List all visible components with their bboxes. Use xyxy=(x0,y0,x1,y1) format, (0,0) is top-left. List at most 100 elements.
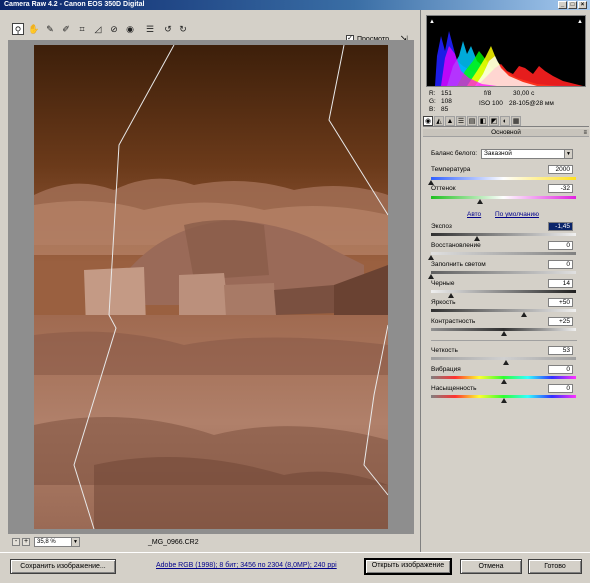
tab-snapshots[interactable]: ▦ xyxy=(511,116,521,126)
vibrance-label: Вибрация xyxy=(431,366,461,373)
blacks-label: Черные xyxy=(431,280,455,287)
tint-label: Оттенок xyxy=(431,185,456,192)
cancel-button[interactable]: Отмена xyxy=(460,559,522,574)
b-value: 85 xyxy=(441,106,449,113)
exposure-slider-thumb[interactable] xyxy=(474,236,481,241)
highlight-clipping-warning-icon[interactable]: ▲ xyxy=(577,19,583,25)
chevron-down-icon: ▼ xyxy=(71,538,79,546)
tab-presets[interactable]: ◐ xyxy=(500,116,510,126)
preferences-icon[interactable]: ☰ xyxy=(144,23,156,35)
zoom-tool-icon[interactable]: ⚲ xyxy=(12,23,24,35)
default-link[interactable]: По умолчанию xyxy=(495,211,539,218)
iso: ISO 100 xyxy=(479,100,503,107)
temperature-label: Температура xyxy=(431,166,471,173)
panel-title: Основной xyxy=(491,129,521,136)
panel-header: Основной ≡ xyxy=(423,129,589,137)
file-name: _MG_0966.CR2 xyxy=(148,539,199,546)
workflow-options-link[interactable]: Adobe RGB (1998); 8 бит; 3456 по 2304 (8… xyxy=(156,562,337,569)
save-image-button[interactable]: Сохранить изображение... xyxy=(10,559,116,574)
recovery-slider-thumb[interactable] xyxy=(428,255,434,260)
tint-slider-thumb[interactable] xyxy=(477,199,484,204)
window-title: Camera Raw 4.2 - Canon EOS 350D Digital xyxy=(4,1,145,8)
r-label: R: xyxy=(429,90,436,97)
clarity-value[interactable]: 53 xyxy=(548,346,573,355)
zoom-level-value: 35,8 % xyxy=(37,539,56,545)
aperture: f/8 xyxy=(484,90,492,97)
window-controls: _ □ × xyxy=(558,1,587,9)
divider xyxy=(431,340,577,341)
tab-lens[interactable]: ◧ xyxy=(478,116,488,126)
close-button[interactable]: × xyxy=(578,1,587,9)
temperature-slider[interactable] xyxy=(431,177,576,180)
color-sampler-tool-icon[interactable]: ✐ xyxy=(60,23,72,35)
open-image-button[interactable]: Открыть изображение xyxy=(364,558,452,575)
g-label: G: xyxy=(429,98,436,105)
exposure-slider[interactable] xyxy=(431,233,576,236)
toolbar: ⚲ ✋ ✎ ✐ ⌗ ◿ ⊘ ◉ ☰ ↺ ↻ ✓ Просмотр ⇲ xyxy=(0,10,420,44)
red-eye-tool-icon[interactable]: ◉ xyxy=(124,23,136,35)
tab-camera-calibration[interactable]: ◩ xyxy=(489,116,499,126)
vibrance-value[interactable]: 0 xyxy=(548,365,573,374)
tab-hsl[interactable]: ☰ xyxy=(456,116,466,126)
auto-link[interactable]: Авто xyxy=(467,211,481,218)
brightness-slider-thumb[interactable] xyxy=(520,312,527,317)
white-balance-select[interactable]: Заказной ▼ xyxy=(481,149,573,159)
chevron-down-icon: ▼ xyxy=(564,150,572,158)
fill-light-slider-thumb[interactable] xyxy=(428,274,434,279)
tab-basic[interactable]: ◉ xyxy=(423,116,433,126)
clarity-label: Четкость xyxy=(431,347,458,354)
fill-light-slider[interactable] xyxy=(431,271,576,274)
blacks-value[interactable]: 14 xyxy=(548,279,573,288)
status-line: - + 35,8 % ▼ _MG_0966.CR2 xyxy=(8,536,414,550)
b-label: B: xyxy=(429,106,436,113)
fill-light-label: Заполнить светом xyxy=(431,261,486,268)
panel-tabs: ◉ ◭ ▲ ☰ ▤ ◧ ◩ ◐ ▦ xyxy=(423,116,589,127)
bottom-bar: Сохранить изображение... Adobe RGB (1998… xyxy=(0,552,590,583)
tab-tone-curve[interactable]: ◭ xyxy=(434,116,444,126)
rotate-left-icon[interactable]: ↺ xyxy=(162,23,174,35)
brightness-value[interactable]: +50 xyxy=(548,298,573,307)
saturation-value[interactable]: 0 xyxy=(548,384,573,393)
image-canvas[interactable] xyxy=(8,40,414,534)
contrast-label: Контрастность xyxy=(431,318,476,325)
minimize-button[interactable]: _ xyxy=(558,1,567,9)
white-balance-value: Заказной xyxy=(484,150,512,157)
shadow-clipping-warning-icon[interactable]: ▲ xyxy=(429,19,435,25)
contrast-value[interactable]: +25 xyxy=(548,317,573,326)
tint-value[interactable]: -32 xyxy=(548,184,573,193)
saturation-label: Насыщенность xyxy=(431,385,477,392)
brightness-slider[interactable] xyxy=(431,309,576,312)
photo-image xyxy=(34,45,388,529)
panel-menu-icon[interactable]: ≡ xyxy=(583,129,587,137)
recovery-label: Восстановление xyxy=(431,242,481,249)
vibrance-slider-thumb[interactable] xyxy=(500,379,507,384)
zoom-in-button[interactable]: + xyxy=(22,538,30,546)
white-balance-tool-icon[interactable]: ✎ xyxy=(44,23,56,35)
tab-split-toning[interactable]: ▤ xyxy=(467,116,477,126)
lens: 28-105@28 мм xyxy=(509,100,554,107)
zoom-level-select[interactable]: 35,8 % ▼ xyxy=(34,537,80,547)
rotate-right-icon[interactable]: ↻ xyxy=(177,23,189,35)
tint-slider[interactable] xyxy=(431,196,576,199)
white-balance-label: Баланс белого: xyxy=(431,150,478,157)
blacks-slider-thumb[interactable] xyxy=(448,293,455,298)
clarity-slider-thumb[interactable] xyxy=(503,360,510,365)
maximize-button[interactable]: □ xyxy=(568,1,577,9)
fill-light-value[interactable]: 0 xyxy=(548,260,573,269)
contrast-slider-thumb[interactable] xyxy=(500,331,507,336)
recovery-slider[interactable] xyxy=(431,252,576,255)
zoom-out-button[interactable]: - xyxy=(12,538,20,546)
recovery-value[interactable]: 0 xyxy=(548,241,573,250)
photo-preview[interactable] xyxy=(34,45,388,529)
exposure-value[interactable]: -1,45 xyxy=(548,222,573,231)
g-value: 108 xyxy=(441,98,452,105)
tab-detail[interactable]: ▲ xyxy=(445,116,455,126)
crop-tool-icon[interactable]: ⌗ xyxy=(76,23,88,35)
title-bar: Camera Raw 4.2 - Canon EOS 350D Digital … xyxy=(0,0,590,10)
temperature-value[interactable]: 2000 xyxy=(548,165,573,174)
hand-tool-icon[interactable]: ✋ xyxy=(28,23,40,35)
saturation-slider-thumb[interactable] xyxy=(500,398,507,403)
retouch-tool-icon[interactable]: ⊘ xyxy=(108,23,120,35)
straighten-tool-icon[interactable]: ◿ xyxy=(92,23,104,35)
done-button[interactable]: Готово xyxy=(528,559,582,574)
